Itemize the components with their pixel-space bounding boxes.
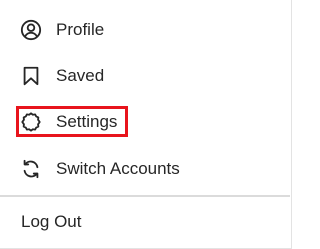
menu-item-settings[interactable]: Settings xyxy=(0,99,290,145)
menu-item-label: Switch Accounts xyxy=(56,159,180,178)
menu-item-label: Profile xyxy=(56,20,105,39)
logout-label: Log Out xyxy=(21,212,82,231)
switch-arrows-icon xyxy=(20,158,42,180)
account-menu: Profile Saved Settings Switch Accounts L… xyxy=(0,0,292,249)
menu-item-switch-accounts[interactable]: Switch Accounts xyxy=(0,146,290,192)
logout-button[interactable]: Log Out xyxy=(0,197,290,247)
menu-item-saved[interactable]: Saved xyxy=(0,53,290,99)
profile-circle-icon xyxy=(20,19,42,41)
menu-item-profile[interactable]: Profile xyxy=(0,7,290,53)
bookmark-icon xyxy=(20,65,42,87)
menu-item-label: Settings xyxy=(56,112,118,131)
gear-icon xyxy=(20,111,42,133)
menu-item-label: Saved xyxy=(56,66,105,85)
